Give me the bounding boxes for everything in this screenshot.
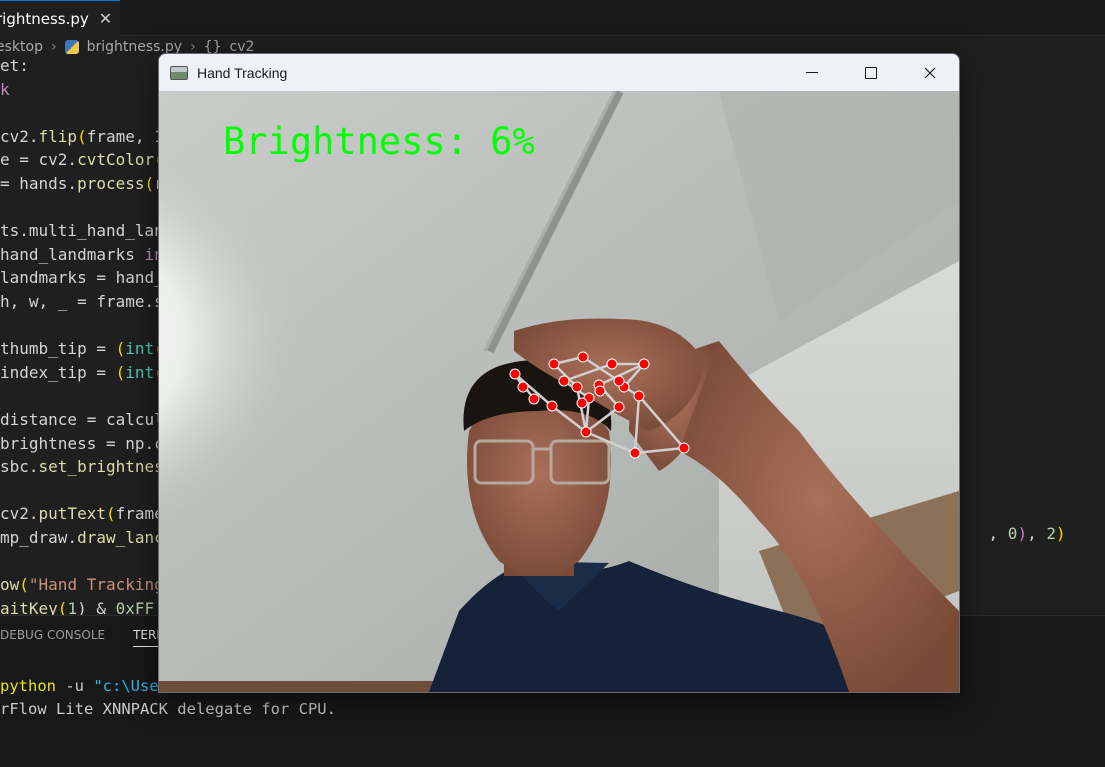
code-token: frame xyxy=(115,504,164,524)
terminal-token: -u xyxy=(56,677,94,695)
terminal-line: rFlow Lite XNNPACK delegate for CPU. xyxy=(0,698,336,721)
tab-debug-console[interactable]: DEBUG CONSOLE xyxy=(0,628,105,647)
code-tail-num: 2 xyxy=(1046,524,1056,543)
code-tail-text: , xyxy=(1027,524,1047,543)
code-token: cv2. xyxy=(0,504,39,524)
code-token: putText xyxy=(38,504,106,524)
landmark-point xyxy=(633,390,645,402)
close-icon[interactable]: ✕ xyxy=(99,9,112,28)
code-token: int xyxy=(125,362,155,382)
code-token: ( xyxy=(19,575,29,595)
tab-brightness-py[interactable]: rightness.py ✕ xyxy=(0,0,120,36)
minimize-icon xyxy=(805,72,818,73)
code-tail-num: 0 xyxy=(1007,524,1018,543)
code-token: sbc. xyxy=(0,457,39,477)
code-token: mp_draw. xyxy=(0,527,78,547)
landmark-point xyxy=(576,397,588,409)
code-token: ts.multi_hand_lan xyxy=(0,221,164,241)
code-token: ( xyxy=(144,173,155,193)
landmark-point xyxy=(571,381,583,393)
code-token: cvtColor xyxy=(77,150,155,170)
code-line-tail: , 0), 2) xyxy=(950,505,1066,562)
window-title: Hand Tracking xyxy=(197,64,288,81)
code-token: ( xyxy=(77,126,87,146)
code-token: draw_lanc xyxy=(77,527,164,547)
code-token: int xyxy=(125,339,155,359)
landmark-point xyxy=(613,401,625,413)
terminal-token: rFlow Lite XNNPACK delegate for CPU. xyxy=(0,700,336,718)
landmark-point xyxy=(629,447,641,459)
editor-tab-bar: rightness.py ✕ xyxy=(0,0,1105,36)
landmark-point xyxy=(509,368,521,380)
code-token: hand_landmarks xyxy=(0,244,145,264)
landmark-point xyxy=(638,358,650,370)
landmark-point xyxy=(577,351,589,363)
code-token: h, w, _ = frame.s xyxy=(0,291,164,311)
code-tail-paren: ) xyxy=(1017,524,1028,543)
landmark-point xyxy=(606,358,618,370)
hand-tracking-window: Hand Tracking Brightness: 6% xyxy=(158,53,960,693)
code-token: = hands. xyxy=(0,173,78,193)
code-token: landmarks = hand_ xyxy=(0,268,164,288)
close-button[interactable] xyxy=(900,54,959,91)
code-token: brightness = np.c xyxy=(0,433,164,453)
chevron-right-icon: › xyxy=(50,39,57,55)
landmark-point xyxy=(517,381,529,393)
terminal-token: python xyxy=(0,677,56,695)
landmark-point xyxy=(558,375,570,387)
code-token: et: xyxy=(0,56,29,75)
landmark-point xyxy=(678,442,690,454)
code-token: ( xyxy=(105,504,116,524)
code-token: ( xyxy=(115,362,126,382)
code-token: ow xyxy=(0,575,20,595)
app-icon xyxy=(170,65,188,80)
code-tail-paren: ) xyxy=(1055,524,1066,543)
code-token: "Hand Tracking xyxy=(28,575,164,595)
breadcrumb-folder[interactable]: esktop xyxy=(0,39,43,55)
landmark-point xyxy=(613,375,625,387)
close-icon xyxy=(924,67,935,78)
window-titlebar[interactable]: Hand Tracking xyxy=(159,54,959,91)
landmark-point xyxy=(548,358,560,370)
python-file-icon xyxy=(64,40,79,54)
landmark-point xyxy=(528,393,540,405)
code-token: index_tip = xyxy=(0,362,116,382)
code-token: cv2. xyxy=(0,126,39,146)
brightness-overlay: Brightness: 6% xyxy=(223,120,535,163)
code-tail-text: , xyxy=(988,524,1008,543)
camera-frame: Brightness: 6% xyxy=(159,91,959,692)
tab-label: rightness.py xyxy=(0,9,89,28)
minimize-button[interactable] xyxy=(782,54,841,91)
code-token: thumb_tip = xyxy=(0,339,116,359)
code-token: e = cv2. xyxy=(0,150,78,170)
code-token: flip xyxy=(38,126,78,146)
code-token: frame, 1 xyxy=(86,126,164,146)
maximize-button[interactable] xyxy=(841,54,900,91)
camera-feed: Brightness: 6% xyxy=(159,91,959,692)
code-token: ( xyxy=(115,339,126,359)
code-token: distance = calcul xyxy=(0,409,164,429)
landmark-point xyxy=(546,400,558,412)
landmark-point xyxy=(580,426,592,438)
code-token: k xyxy=(0,79,10,99)
code-token: set_brightnes xyxy=(38,457,164,477)
landmark-point xyxy=(594,385,606,397)
code-token: process xyxy=(77,173,145,193)
maximize-icon xyxy=(864,66,877,79)
